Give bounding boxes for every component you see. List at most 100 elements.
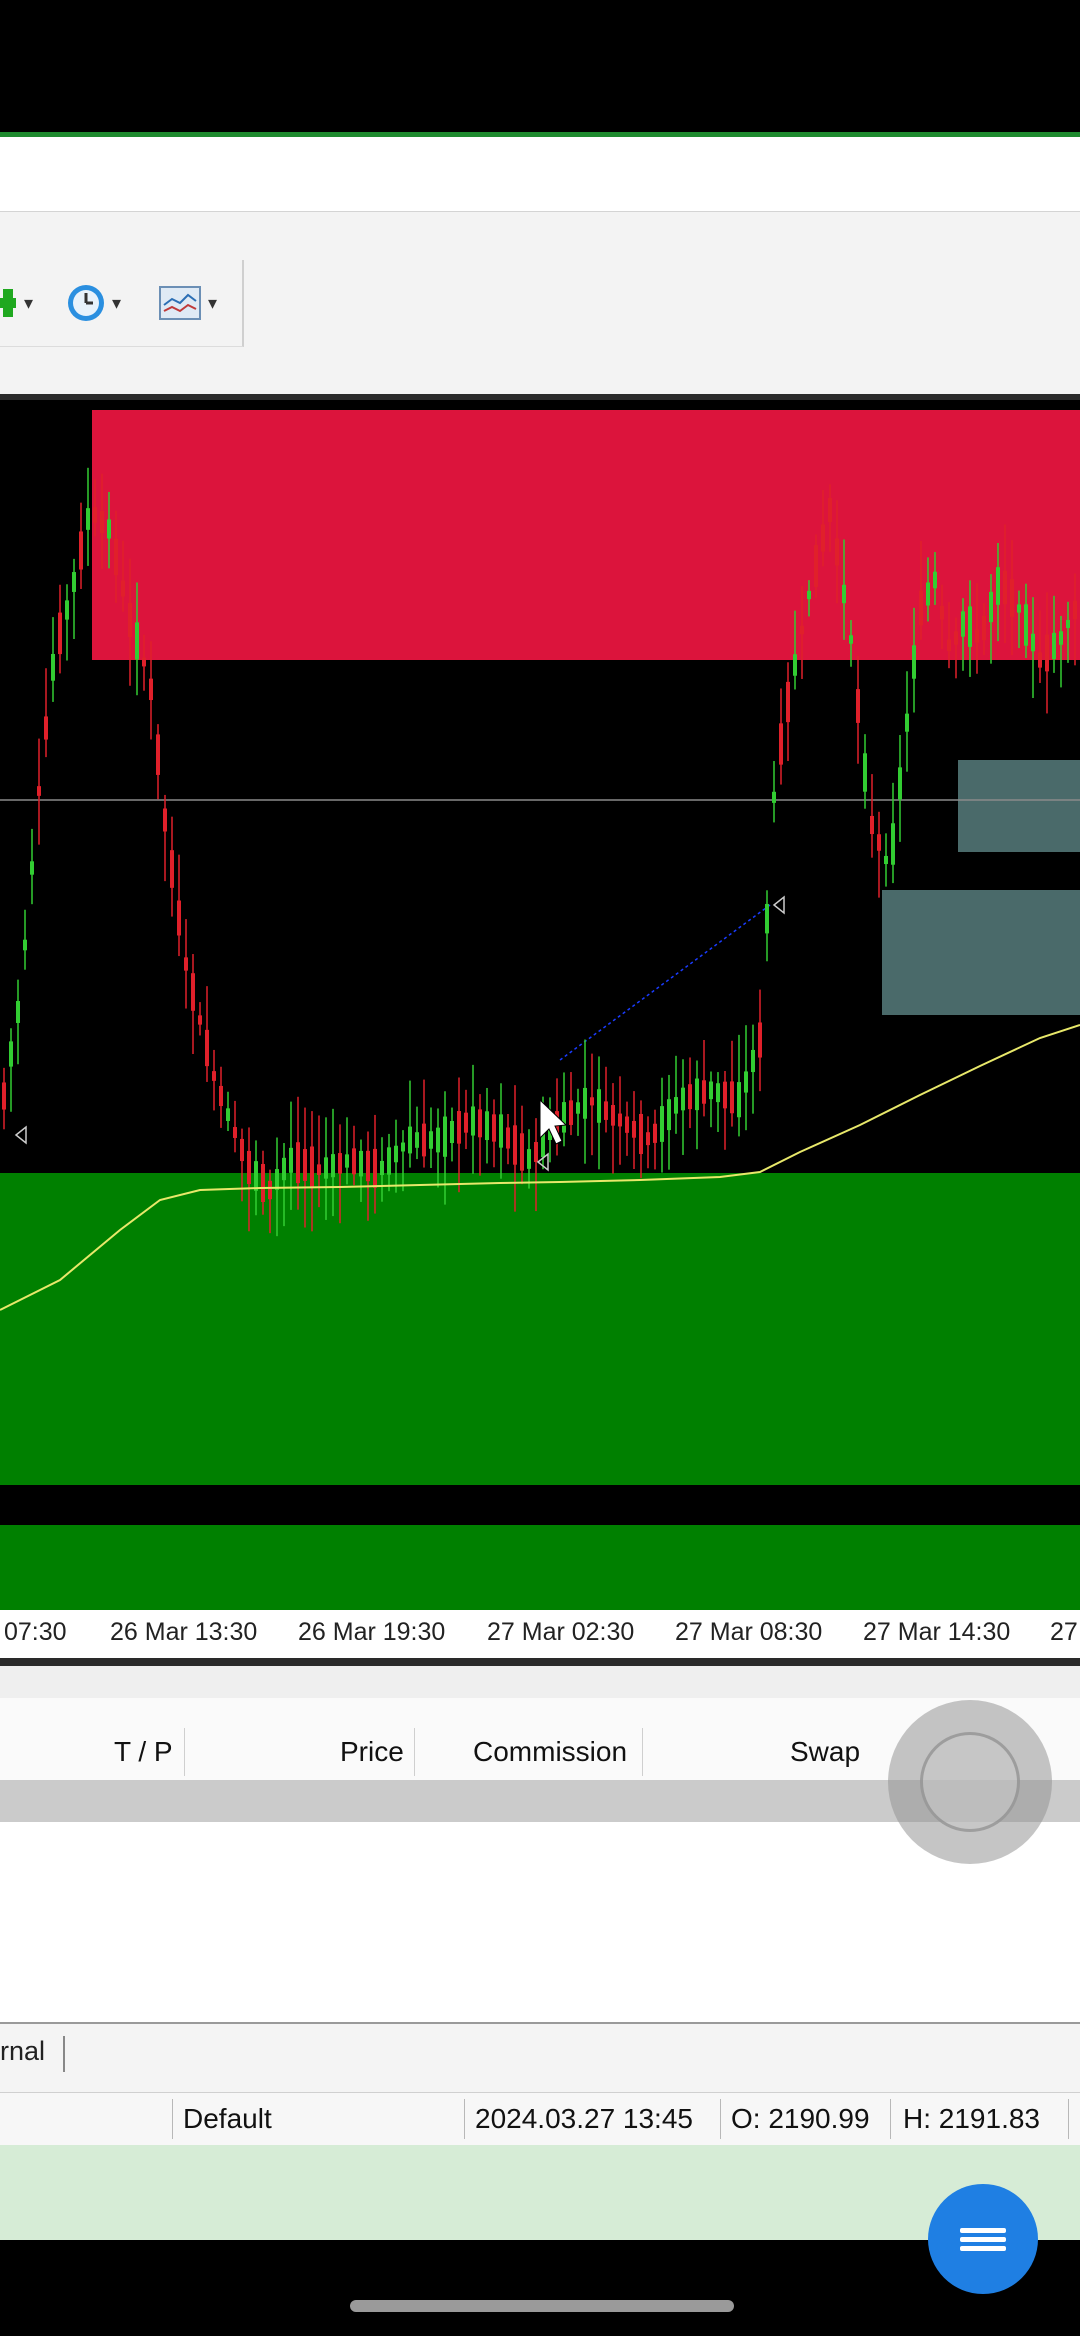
supply-zone [92,410,1080,660]
indicator-chart-icon [159,286,201,320]
terminal-tabs: rnal [0,2022,1080,2094]
candle-body [590,1097,594,1106]
candle-body [793,654,797,676]
candle-body [478,1109,482,1138]
candle-body [772,791,776,803]
candle-body [289,1147,293,1173]
status-open: O: 2190.99 [731,2103,870,2134]
column-header-tp[interactable]: T / P [114,1736,173,1768]
candle-body [429,1131,433,1149]
candle-body [317,1164,321,1175]
indicators-button[interactable]: ▾ [158,274,217,332]
candle-body [107,519,111,539]
candle-body [16,1001,20,1023]
candle-body [79,531,83,570]
candle-body [534,1142,538,1162]
candle-body [821,524,825,552]
candle-body [387,1147,391,1175]
candle-body [919,590,923,626]
candle-body [926,582,930,606]
status-separator [464,2099,465,2139]
candle-body [72,572,76,592]
candle-body [751,1049,755,1073]
menu-button[interactable] [928,2184,1038,2294]
candle-body [947,639,951,652]
column-header-swap[interactable]: Swap [790,1736,860,1768]
candle-body [639,1113,643,1155]
candle-body [219,1085,223,1107]
status-bar: Default 2024.03.27 13:45 O: 2190.99 H: 2… [0,2092,1080,2146]
grey-box-lower [882,890,1080,1015]
candle-body [86,508,90,530]
candle-body [394,1145,398,1163]
candle-body [730,1081,734,1114]
candle-body [114,538,118,576]
status-separator [172,2099,173,2139]
candle-body [177,900,181,936]
toolbar-group: ▾ ▾ ▾ [0,260,244,347]
candle-body [940,605,944,620]
candle-body [23,939,27,951]
candle-body [135,622,139,660]
candle-body [667,1099,671,1131]
column-header-commission[interactable]: Commission [473,1736,627,1768]
candle-body [1038,652,1042,668]
price-chart[interactable] [0,400,1080,1610]
candle-body [163,808,167,832]
arrow-marker-left [14,1125,27,1145]
candle-body [184,957,188,971]
candle-body [660,1106,664,1142]
clock-icon [68,285,104,321]
candle-body [170,850,174,888]
candle-body [233,1127,237,1138]
candle-body [1052,632,1056,660]
candle-body [632,1120,636,1138]
candle-body [737,1082,741,1118]
candle-body [408,1126,412,1154]
column-header-price[interactable]: Price [340,1736,404,1768]
candle-body [352,1148,356,1175]
candle-body [128,602,132,638]
status-separator [890,2099,891,2139]
bottom-area [0,2145,1080,2240]
candle-body [513,1125,517,1165]
candle-body [1010,579,1014,617]
candle-body [296,1142,300,1184]
candle-body [695,1078,699,1111]
candle-body [786,681,790,723]
candle-body [331,1154,335,1178]
tab-journal[interactable]: rnal [0,2036,66,2072]
time-label: 27 Mar 08:30 [675,1618,823,1646]
time-label: 26 Mar 13:30 [110,1618,258,1646]
status-profile: Default [183,2103,272,2134]
status-separator [1068,2099,1069,2139]
period-button[interactable]: ▾ [66,274,121,332]
demand-zone-lower [0,1525,1080,1610]
candle-body [709,1081,713,1100]
grey-box-upper [958,760,1080,852]
candle-body [142,657,146,667]
candle-body [856,689,860,723]
candle-body [310,1146,314,1189]
candle-body [835,538,839,566]
candle-body [569,1100,573,1125]
new-order-button[interactable]: ▾ [0,274,33,332]
candle-body [975,629,979,643]
home-indicator[interactable] [350,2300,734,2312]
trade-table-body [0,1822,1080,2022]
chevron-down-icon: ▾ [208,292,218,313]
candle-body [961,611,965,637]
candle-body [65,600,69,620]
time-label: 07:30 [4,1618,67,1646]
candle-body [681,1087,685,1111]
candle-body [457,1111,461,1144]
candle-body [800,625,804,635]
status-high: H: 2191.83 [903,2103,1040,2134]
status-separator [720,2099,721,2139]
candle-body [373,1148,377,1188]
candle-body [254,1161,258,1191]
candle-body [443,1116,447,1157]
column-separator [184,1728,185,1776]
candle-body [401,1142,405,1152]
candle-body [723,1081,727,1109]
